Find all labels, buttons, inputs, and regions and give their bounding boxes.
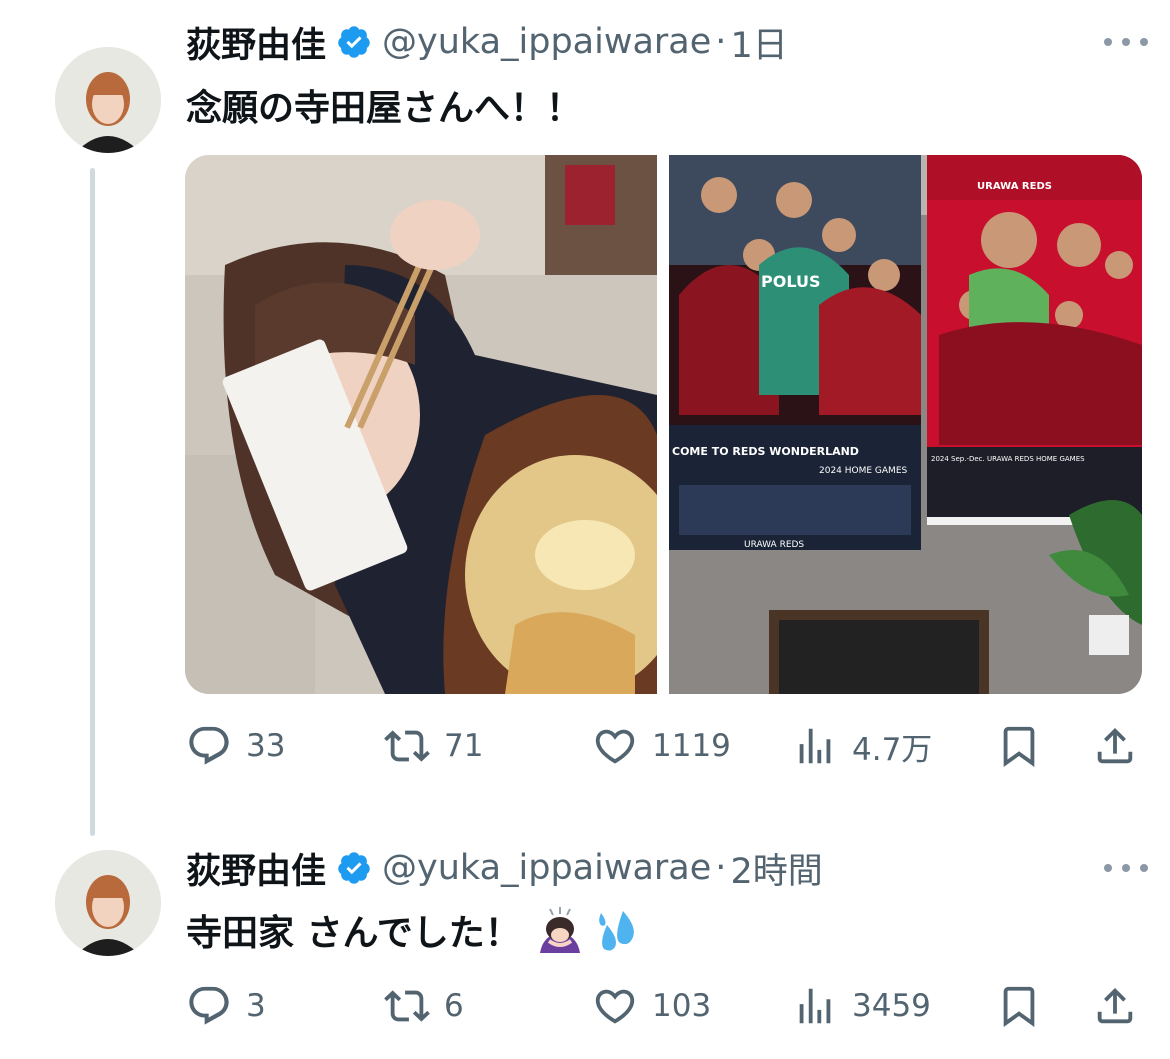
- poster-text-home-games: 2024 HOME GAMES: [819, 466, 908, 476]
- thread-connector-line: [90, 168, 95, 836]
- tweet-text: 念願の寺田屋さんへ！！: [186, 88, 583, 129]
- heart-icon: [595, 729, 635, 764]
- media-photo-2[interactable]: POLUS COME TO REDS WONDERLAND 2024 HOME …: [669, 155, 1142, 694]
- tweet-timestamp[interactable]: 2時間: [730, 843, 822, 894]
- more-options-icon[interactable]: [1104, 27, 1148, 57]
- views-chart-icon: [799, 728, 831, 764]
- poster-text-wonderland: COME TO REDS WONDERLAND: [672, 445, 859, 458]
- person-bowing-emoji-icon: [535, 905, 585, 955]
- media-photo-1[interactable]: [185, 155, 657, 694]
- tweet-actions: 33 71 1119 4.7万: [186, 716, 1142, 776]
- tweet-thread: 荻野由佳 @yuka_ippaiwarae · 1日 念願の寺田屋さんへ！！ P…: [0, 0, 1170, 1059]
- author-handle[interactable]: @yuka_ippaiwarae: [382, 22, 711, 62]
- heart-icon: [595, 989, 635, 1024]
- views-button[interactable]: 4.7万: [792, 716, 932, 776]
- like-button[interactable]: 1119: [592, 716, 731, 776]
- verified-badge-icon: [336, 24, 372, 60]
- verified-badge-icon: [336, 850, 372, 886]
- media-grid: POLUS COME TO REDS WONDERLAND 2024 HOME …: [185, 155, 1142, 694]
- media-divider: [657, 155, 669, 694]
- like-count: 1119: [652, 728, 731, 764]
- author-handle[interactable]: @yuka_ippaiwarae: [382, 848, 711, 888]
- share-icon: [1097, 987, 1133, 1024]
- like-count: 103: [652, 988, 712, 1024]
- urawa-reds-posters-photo-icon: POLUS COME TO REDS WONDERLAND 2024 HOME …: [669, 155, 1142, 694]
- tweet-actions: 3 6 103 3459: [186, 976, 1142, 1036]
- tweet-text: 寺田家 さんでした！: [186, 913, 521, 954]
- tweet-text-row: 寺田家 さんでした！: [186, 902, 643, 958]
- views-count: 4.7万: [852, 731, 933, 768]
- repost-count: 6: [444, 988, 464, 1024]
- poster-text-polus-a: POLUS: [761, 272, 820, 291]
- more-options-icon[interactable]: [1104, 853, 1148, 883]
- bookmark-icon: [1003, 986, 1035, 1027]
- sweat-droplets-emoji-icon: [593, 905, 643, 955]
- reply-icon: [189, 726, 229, 765]
- share-icon: [1097, 727, 1133, 764]
- separator-dot: ·: [715, 22, 727, 62]
- avatar[interactable]: [55, 850, 161, 956]
- views-chart-icon: [799, 988, 831, 1024]
- like-button[interactable]: 103: [592, 976, 711, 1036]
- poster-text-sep-dec: 2024 Sep.-Dec. URAWA REDS HOME GAMES: [931, 455, 1085, 463]
- poster-text-urawa-reds-b: URAWA REDS: [977, 181, 1052, 192]
- reply-button[interactable]: 3: [186, 976, 266, 1036]
- views-button[interactable]: 3459: [792, 976, 931, 1036]
- views-count: 3459: [852, 988, 931, 1024]
- bookmark-button[interactable]: [996, 716, 1042, 776]
- repost-icon: [384, 990, 430, 1022]
- tweet-header: 荻野由佳 @yuka_ippaiwarae · 1日: [186, 12, 788, 72]
- avatar[interactable]: [55, 47, 161, 153]
- bookmark-icon: [1003, 726, 1035, 767]
- share-button[interactable]: [1092, 716, 1138, 776]
- separator-dot: ·: [715, 848, 727, 888]
- reply-button[interactable]: 33: [186, 716, 285, 776]
- tweet-timestamp[interactable]: 1日: [730, 17, 787, 68]
- reply-count: 3: [246, 988, 266, 1024]
- selfie-photo-icon: [185, 155, 657, 694]
- poster-text-urawa-reds-a: URAWA REDS: [744, 540, 804, 550]
- author-name[interactable]: 荻野由佳: [186, 843, 326, 894]
- reply-count: 33: [246, 728, 286, 764]
- repost-button[interactable]: 71: [384, 716, 483, 776]
- author-name[interactable]: 荻野由佳: [186, 17, 326, 68]
- avatar-photo: [55, 47, 161, 153]
- repost-icon: [384, 730, 430, 762]
- repost-count: 71: [444, 728, 484, 764]
- repost-button[interactable]: 6: [384, 976, 464, 1036]
- share-button[interactable]: [1092, 976, 1138, 1036]
- avatar-photo: [55, 850, 161, 956]
- reply-icon: [189, 986, 229, 1025]
- tweet-header: 荻野由佳 @yuka_ippaiwarae · 2時間: [186, 838, 823, 898]
- bookmark-button[interactable]: [996, 976, 1042, 1036]
